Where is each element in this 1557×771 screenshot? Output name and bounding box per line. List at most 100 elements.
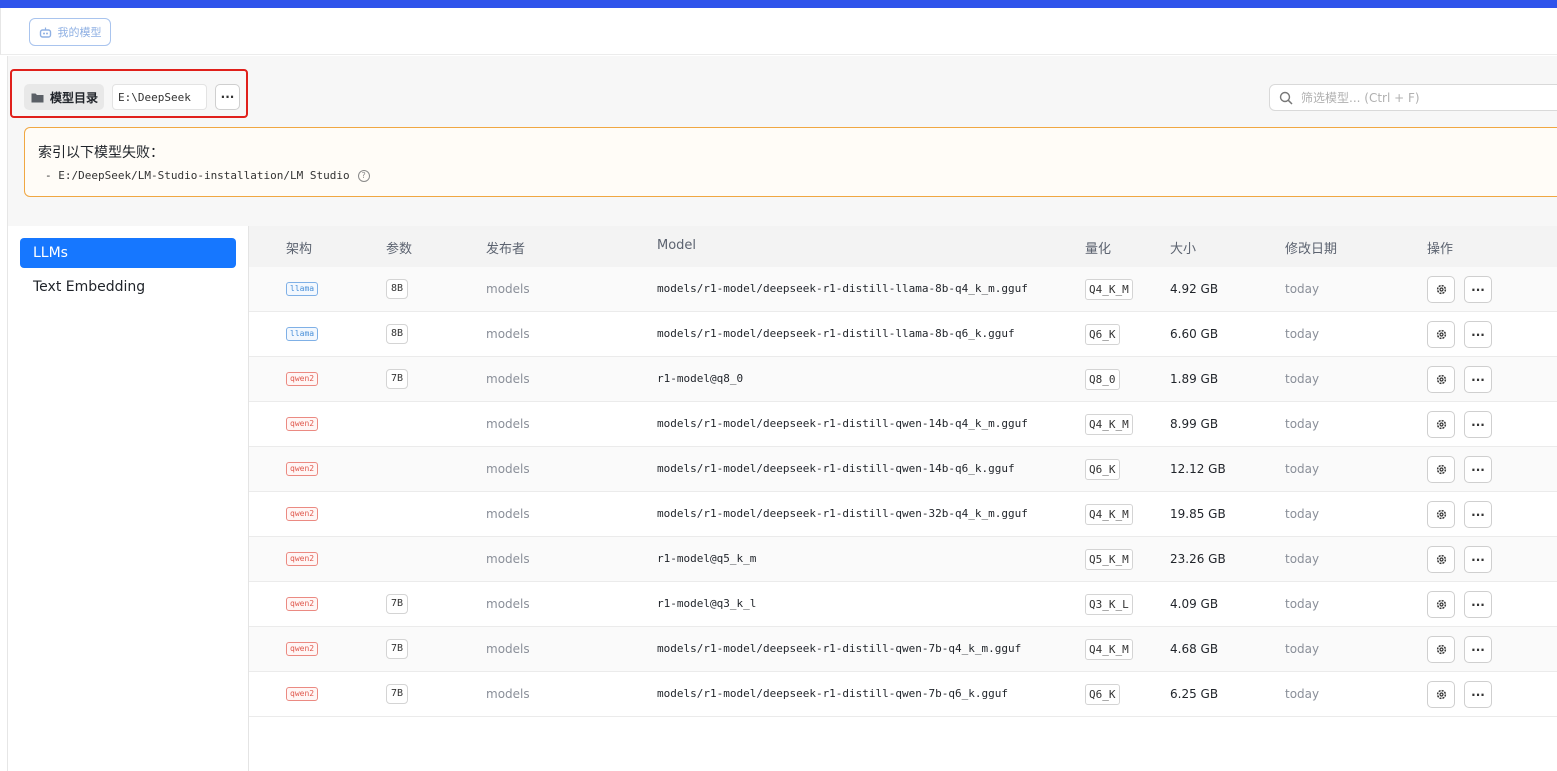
more-button[interactable]: ··· xyxy=(1464,276,1492,303)
settings-button[interactable] xyxy=(1427,276,1455,303)
publisher-cell: models xyxy=(486,372,530,386)
settings-button[interactable] xyxy=(1427,321,1455,348)
arch-tag: qwen2 xyxy=(286,507,319,521)
settings-button[interactable] xyxy=(1427,681,1455,708)
gear-icon xyxy=(1435,598,1448,611)
modified-cell: today xyxy=(1285,552,1320,566)
table-row[interactable]: qwen2 models r1-model@q5_k_m Q5_K_M 23.26 GB… xyxy=(249,537,1557,582)
table-row[interactable]: llama 8B models models/r1-model/deepseek-r1… xyxy=(249,312,1557,357)
settings-button[interactable] xyxy=(1427,546,1455,573)
model-path-cell: models/r1-model/deepseek-r1-distill-qwen… xyxy=(657,642,1022,655)
size-cell: 8.99 GB xyxy=(1170,417,1219,431)
model-path-cell: models/r1-model/deepseek-r1-distill-qwen… xyxy=(657,507,1028,520)
table-row[interactable]: qwen2 models models/r1-model/deepseek-r1-d… xyxy=(249,492,1557,537)
header-quant[interactable]: 量化 xyxy=(1085,238,1111,257)
model-path-cell: models/r1-model/deepseek-r1-distill-llam… xyxy=(657,282,1028,295)
help-icon[interactable]: ? xyxy=(357,169,370,182)
tab-bar: 我的模型 xyxy=(0,8,1557,55)
modified-cell: today xyxy=(1285,327,1320,341)
size-cell: 1.89 GB xyxy=(1170,372,1219,386)
arch-tag: qwen2 xyxy=(286,462,319,476)
settings-button[interactable] xyxy=(1427,501,1455,528)
table-row[interactable]: qwen2 7B models models/r1-model/deepseek-r1… xyxy=(249,672,1557,717)
params-badge: 8B xyxy=(386,324,409,344)
quant-badge: Q8_0 xyxy=(1085,369,1120,390)
params-badge: 7B xyxy=(386,639,409,659)
table-row[interactable]: qwen2 7B models models/r1-model/deepseek-r1… xyxy=(249,627,1557,672)
header-model[interactable]: Model xyxy=(657,238,696,253)
size-cell: 6.25 GB xyxy=(1170,687,1219,701)
publisher-cell: models xyxy=(486,642,530,656)
modified-cell: today xyxy=(1285,687,1320,701)
quant-badge: Q6_K xyxy=(1085,459,1120,480)
size-cell: 12.12 GB xyxy=(1170,462,1226,476)
arch-tag: qwen2 xyxy=(286,372,319,386)
arch-tag: qwen2 xyxy=(286,642,319,656)
more-button[interactable]: ··· xyxy=(1464,501,1492,528)
size-cell: 23.26 GB xyxy=(1170,552,1226,566)
model-path-cell: r1-model@q5_k_m xyxy=(657,552,757,565)
model-filter-input[interactable]: 筛选模型... (Ctrl + F) xyxy=(1269,84,1557,111)
sidebar-item-text-embedding[interactable]: Text Embedding xyxy=(20,272,236,302)
table-row[interactable]: qwen2 7B models r1-model@q8_0 Q8_0 1.89 GB tod… xyxy=(249,357,1557,402)
params-badge: 7B xyxy=(386,594,409,614)
params-badge: 7B xyxy=(386,684,409,704)
header-arch[interactable]: 架构 xyxy=(286,238,312,257)
quant-badge: Q4_K_M xyxy=(1085,279,1133,300)
size-cell: 6.60 GB xyxy=(1170,327,1219,341)
settings-button[interactable] xyxy=(1427,411,1455,438)
modified-cell: today xyxy=(1285,597,1320,611)
arch-tag: qwen2 xyxy=(286,552,319,566)
publisher-cell: models xyxy=(486,417,530,431)
header-size[interactable]: 大小 xyxy=(1170,238,1196,257)
header-modified[interactable]: 修改日期 xyxy=(1285,238,1337,257)
quant-badge: Q4_K_M xyxy=(1085,639,1133,660)
params-badge: 8B xyxy=(386,279,409,299)
quant-badge: Q3_K_L xyxy=(1085,594,1133,615)
sidebar-item-llms[interactable]: LLMs xyxy=(20,238,236,268)
more-button[interactable]: ··· xyxy=(1464,591,1492,618)
quant-badge: Q4_K_M xyxy=(1085,504,1133,525)
settings-button[interactable] xyxy=(1427,636,1455,663)
table-row[interactable]: qwen2 models models/r1-model/deepseek-r1-d… xyxy=(249,447,1557,492)
modified-cell: today xyxy=(1285,417,1320,431)
modified-cell: today xyxy=(1285,507,1320,521)
more-button[interactable]: ··· xyxy=(1464,321,1492,348)
publisher-cell: models xyxy=(486,507,530,521)
model-path-cell: models/r1-model/deepseek-r1-distill-llam… xyxy=(657,327,1015,340)
header-params[interactable]: 参数 xyxy=(386,238,412,257)
gear-icon xyxy=(1435,283,1448,296)
gear-icon xyxy=(1435,553,1448,566)
more-button[interactable]: ··· xyxy=(1464,681,1492,708)
arch-tag: llama xyxy=(286,282,319,296)
models-table: 架构 参数 发布者 Model 量化 大小 修改日期 操作 llama 8B mod… xyxy=(249,226,1557,717)
modified-cell: today xyxy=(1285,462,1320,476)
alert-title: 索引以下模型失败： xyxy=(38,145,164,161)
settings-button[interactable] xyxy=(1427,366,1455,393)
modified-cell: today xyxy=(1285,282,1320,296)
top-accent-bar xyxy=(0,0,1557,8)
size-cell: 4.68 GB xyxy=(1170,642,1219,656)
settings-button[interactable] xyxy=(1427,591,1455,618)
arch-tag: qwen2 xyxy=(286,417,319,431)
publisher-cell: models xyxy=(486,597,530,611)
more-button[interactable]: ··· xyxy=(1464,366,1492,393)
gear-icon xyxy=(1435,463,1448,476)
model-path-cell: models/r1-model/deepseek-r1-distill-qwen… xyxy=(657,462,1015,475)
more-button[interactable]: ··· xyxy=(1464,546,1492,573)
more-button[interactable]: ··· xyxy=(1464,411,1492,438)
gear-icon xyxy=(1435,373,1448,386)
header-publisher[interactable]: 发布者 xyxy=(486,238,525,257)
settings-button[interactable] xyxy=(1427,456,1455,483)
more-button[interactable]: ··· xyxy=(1464,636,1492,663)
more-button[interactable]: ··· xyxy=(1464,456,1492,483)
table-row[interactable]: llama 8B models models/r1-model/deepseek-r1… xyxy=(249,267,1557,312)
gear-icon xyxy=(1435,643,1448,656)
size-cell: 4.92 GB xyxy=(1170,282,1219,296)
arch-tag: llama xyxy=(286,327,319,341)
model-type-sidebar: LLMs Text Embedding xyxy=(7,226,249,771)
publisher-cell: models xyxy=(486,327,530,341)
table-row[interactable]: qwen2 models models/r1-model/deepseek-r1-d… xyxy=(249,402,1557,447)
table-row[interactable]: qwen2 7B models r1-model@q3_k_l Q3_K_L 4.09 G… xyxy=(249,582,1557,627)
my-models-tab[interactable]: 我的模型 xyxy=(29,18,111,46)
